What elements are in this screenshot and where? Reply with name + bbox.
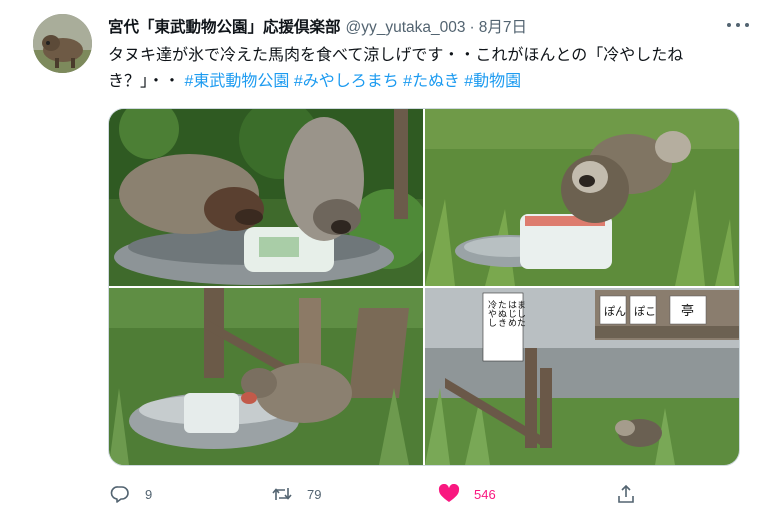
- hashtag-link[interactable]: #動物園: [464, 73, 521, 90]
- media-grid: 冷やし たぬき はじめ ました ぽ ん ぽ こ 亭: [108, 108, 740, 466]
- hashtag-link[interactable]: #東武動物公園: [184, 73, 289, 90]
- sign-char-1: ぽ: [604, 305, 615, 318]
- photo-3[interactable]: [109, 288, 423, 465]
- avatar-image: [33, 14, 92, 73]
- action-bar: 9 79 546: [105, 480, 645, 508]
- retweet-button[interactable]: 79: [271, 480, 321, 508]
- reply-count: 9: [145, 486, 153, 502]
- sign-column-1: 冷やし: [486, 299, 497, 327]
- sign-column-4: ました: [515, 300, 526, 327]
- like-button[interactable]: 546: [438, 480, 496, 508]
- hashtag-link[interactable]: #たぬき: [403, 73, 460, 90]
- sign-char-2: ん: [615, 305, 626, 318]
- reply-button[interactable]: 9: [109, 480, 152, 508]
- tweet: 宮代「東武動物公園」応援倶楽部 @yy_yutaka_003 · 8月7日 タヌ…: [0, 0, 779, 520]
- avatar[interactable]: [33, 14, 92, 73]
- sign-column-2: たぬき: [496, 300, 507, 327]
- sign-char-3: ぽ: [634, 305, 645, 318]
- sign-char-5: 亭: [681, 303, 694, 319]
- more-icon[interactable]: [727, 18, 749, 32]
- like-count: 546: [474, 486, 496, 502]
- tweet-header: 宮代「東武動物公園」応援倶楽部 @yy_yutaka_003 · 8月7日: [108, 15, 739, 41]
- photo-4[interactable]: 冷やし たぬき はじめ ました ぽ ん ぽ こ 亭: [425, 288, 739, 465]
- share-button[interactable]: [615, 480, 637, 508]
- sign-char-4: こ: [645, 305, 656, 318]
- retweet-icon: [271, 483, 293, 505]
- share-icon: [615, 483, 637, 505]
- retweet-count: 79: [307, 486, 322, 502]
- display-name[interactable]: 宮代「東武動物公園」応援倶楽部: [108, 15, 341, 37]
- photo-2[interactable]: [425, 109, 739, 286]
- heart-icon: [438, 483, 460, 505]
- photo-1[interactable]: [109, 109, 423, 286]
- tweet-text: タヌキ達が氷で冷えた馬肉を食べて涼しげです・・これがほんとの「冷やしたねき？」・…: [108, 43, 748, 95]
- vertical-sign: 冷やし たぬき はじめ ました: [486, 299, 526, 327]
- separator-dot: ·: [469, 19, 475, 36]
- tweet-date[interactable]: 8月7日: [479, 15, 527, 37]
- reply-icon: [109, 483, 131, 505]
- hashtag-link[interactable]: #みやしろまち: [294, 73, 399, 90]
- horizontal-sign: ぽ ん ぽ こ 亭: [599, 295, 707, 325]
- user-handle[interactable]: @yy_yutaka_003: [346, 19, 466, 37]
